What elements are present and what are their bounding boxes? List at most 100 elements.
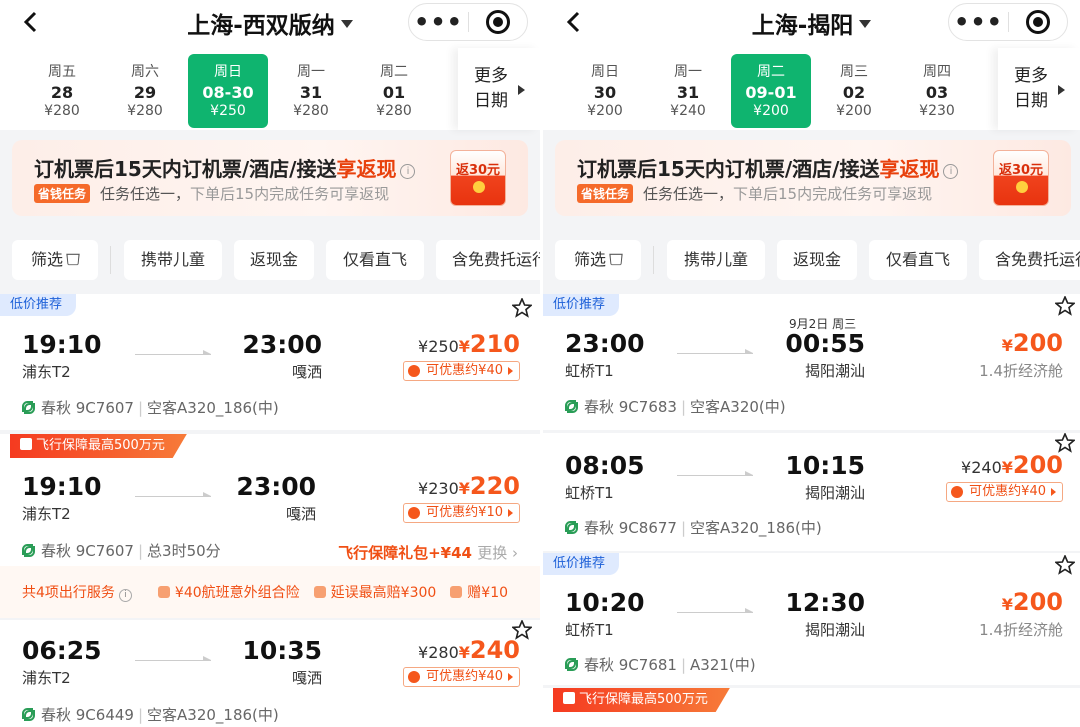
close-target-icon[interactable] xyxy=(1009,10,1067,34)
service-pack-option[interactable]: 飞行保障礼包+¥44 更换 › xyxy=(338,542,518,563)
date-item-selected[interactable]: 周二 09-01 ¥200 xyxy=(731,54,811,128)
shield-icon xyxy=(157,586,170,598)
more-dots-icon[interactable]: ••• xyxy=(949,10,1008,34)
info-icon[interactable]: i xyxy=(400,164,416,179)
date-item[interactable]: 周五 28 ¥280 xyxy=(22,54,102,128)
spring-airlines-logo-icon xyxy=(565,400,578,413)
arrival-time: 10:35 xyxy=(242,636,322,665)
coin-icon xyxy=(1016,181,1028,193)
filter-chip[interactable]: 仅看直飞 xyxy=(326,240,424,280)
cashback-promo-banner[interactable]: 订机票后15天内订机票/酒店/接送享返现 i 省钱任务 任务任选一，下单后15内完… xyxy=(12,140,528,216)
date-item[interactable]: 周四 03 ¥230 xyxy=(897,54,977,128)
nav-header: 上海-揭阳 ••• xyxy=(543,0,1080,48)
flight-card[interactable]: 低价推荐 23:00 虹桥T1 9月2日 周三 00:55 揭阳潮汕 ¥200 … xyxy=(543,294,1080,430)
spring-airlines-logo-icon xyxy=(565,521,578,534)
filter-chip[interactable]: 返现金 xyxy=(777,240,857,280)
flight-card[interactable]: 低价推荐 10:20 虹桥T1 12:30 揭阳潮汕 ¥200 1.4折经济舱 … xyxy=(543,553,1080,685)
date-item[interactable]: 周一 31 ¥280 xyxy=(271,54,351,128)
low-price-badge: 低价推荐 xyxy=(0,294,77,316)
price: ¥230¥220 xyxy=(418,472,520,500)
date-item[interactable]: 周二 01 ¥280 xyxy=(354,54,434,128)
spring-airlines-logo-icon xyxy=(22,401,35,414)
service-bundle-row[interactable]: 共4项出行服务 i ¥40航班意外组合险 延误最高赔¥300 赠¥10 xyxy=(0,566,540,618)
date-price: ¥280 xyxy=(44,103,80,119)
coin-icon xyxy=(473,181,485,193)
flight-card[interactable]: 飞行保障最高500万元 xyxy=(543,688,1080,727)
star-icon[interactable] xyxy=(1055,296,1075,316)
info-separator: | xyxy=(680,519,687,537)
aircraft-type: 空客A320_186(中) xyxy=(147,706,279,724)
star-icon[interactable] xyxy=(1055,555,1075,575)
date-weekday: 周日 xyxy=(591,64,619,80)
promo-sub-detail: 下单后15内完成任务可享返现 xyxy=(733,185,933,203)
aircraft-type: 空客A320_186(中) xyxy=(147,399,279,417)
cashback-promo-banner[interactable]: 订机票后15天内订机票/酒店/接送享返现 i 省钱任务 任务任选一，下单后15内完… xyxy=(555,140,1071,216)
service-item: 延误最高赔¥300 xyxy=(330,585,437,601)
price: ¥250¥210 xyxy=(418,330,520,358)
airline-info: 春秋 9C7681 | A321(中) xyxy=(565,654,756,675)
filter-chip[interactable]: 含免费托运行 xyxy=(436,240,540,280)
date-item[interactable]: 周三 02 ¥200 xyxy=(814,54,894,128)
date-weekday: 周二 xyxy=(757,64,785,80)
change-link[interactable]: 更换 xyxy=(477,544,507,562)
departure-time: 10:20 xyxy=(565,588,645,617)
date-item[interactable]: 周一 31 ¥240 xyxy=(648,54,728,128)
promo-sub-main: 任务任选一， xyxy=(100,185,191,203)
aircraft-type: 空客A320(中) xyxy=(690,398,786,416)
airline-info: 春秋 9C7683 | 空客A320(中) xyxy=(565,396,786,417)
departure-time: 06:25 xyxy=(22,636,102,665)
date-item[interactable]: 周六 29 ¥280 xyxy=(105,54,185,128)
flight-card[interactable]: 06:25 浦东T2 10:35 嘎洒 ¥280¥240 可优惠约¥40 春秋 … xyxy=(0,620,540,727)
date-price: ¥200 xyxy=(836,103,872,119)
date-item[interactable]: 周日 30 ¥200 xyxy=(565,54,645,128)
discount-tag[interactable]: 可优惠约¥40 xyxy=(946,482,1063,502)
filter-chip[interactable]: 携带儿童 xyxy=(124,240,222,280)
star-icon[interactable] xyxy=(1055,433,1075,453)
flight-arrow-icon xyxy=(677,349,753,354)
more-dates-button[interactable]: 更多日期 xyxy=(998,48,1080,130)
arrival-airport: 嘎洒 xyxy=(291,669,322,687)
promo-subtext: 任务任选一，下单后15内完成任务可享返现 xyxy=(100,183,389,204)
close-target-icon[interactable] xyxy=(469,10,527,34)
date-price: ¥250 xyxy=(210,103,246,119)
flight-card[interactable]: 飞行保障最高500万元 19:10 浦东T2 23:00 嘎洒 ¥230¥220… xyxy=(0,434,540,618)
nav-header: 上海-西双版纳 ••• xyxy=(0,0,540,48)
filter-chip[interactable]: 返现金 xyxy=(234,240,314,280)
currency-symbol: ¥ xyxy=(1001,458,1013,477)
arrival-airport: 揭阳潮汕 xyxy=(804,484,865,502)
price: ¥200 xyxy=(1002,329,1063,357)
info-icon[interactable]: i xyxy=(943,164,959,179)
insurance-badge: 飞行保障最高500万元 xyxy=(553,688,730,712)
more-dots-icon[interactable]: ••• xyxy=(409,10,468,34)
discount-tag[interactable]: 可优惠约¥40 xyxy=(403,667,520,687)
date-weekday: 周三 xyxy=(840,64,868,80)
date-day: 03 xyxy=(925,83,949,102)
filter-chip[interactable]: 含免费托运行 xyxy=(979,240,1080,280)
more-dates-button[interactable]: 更多日期 xyxy=(458,48,540,130)
flight-card[interactable]: 08:05 虹桥T1 10:15 揭阳潮汕 ¥240¥200 可优惠约¥40 春… xyxy=(543,433,1080,551)
more-dates-label: 更多日期 xyxy=(1014,66,1048,111)
left-screen: 上海-西双版纳 ••• 周五 28 ¥280 周六 29 ¥280 周日 08-30 ¥25… xyxy=(0,0,540,727)
route-title-text: 上海-揭阳 xyxy=(751,13,854,39)
discount-tag[interactable]: 可优惠约¥10 xyxy=(403,503,520,523)
info-icon[interactable]: i xyxy=(118,589,132,602)
more-dates-label: 更多日期 xyxy=(474,66,508,111)
date-item-selected[interactable]: 周日 08-30 ¥250 xyxy=(188,54,268,128)
arrival-time: 23:00 xyxy=(236,472,316,501)
filter-button[interactable]: 筛选 xyxy=(555,240,641,280)
airline-info: 春秋 9C7607 | 总3时50分 xyxy=(22,540,221,561)
price: ¥280¥240 xyxy=(418,636,520,664)
filter-chip[interactable]: 携带儿童 xyxy=(667,240,765,280)
arrival-time: 23:00 xyxy=(242,330,322,359)
departure-airport: 虹桥T1 xyxy=(565,362,614,380)
date-price: ¥230 xyxy=(919,103,955,119)
date-price: ¥200 xyxy=(587,103,623,119)
filter-chip[interactable]: 仅看直飞 xyxy=(869,240,967,280)
date-day: 29 xyxy=(133,83,157,102)
discount-tag[interactable]: 可优惠约¥40 xyxy=(403,361,520,381)
thumbs-up-icon xyxy=(20,438,32,450)
flight-card[interactable]: 低价推荐 19:10 浦东T2 23:00 嘎洒 ¥250¥210 可优惠约¥4… xyxy=(0,294,540,430)
star-icon[interactable] xyxy=(512,298,532,318)
cabin-class: 1.4折经济舱 xyxy=(979,621,1063,639)
filter-button[interactable]: 筛选 xyxy=(12,240,98,280)
